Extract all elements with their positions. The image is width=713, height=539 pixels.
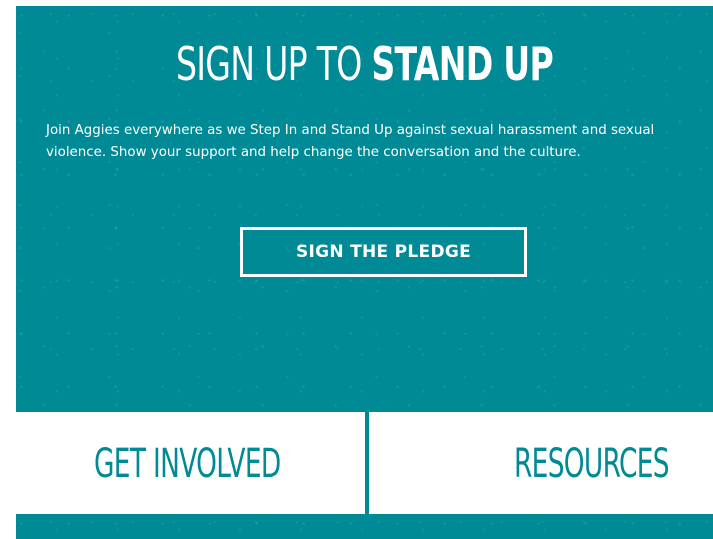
hero-title-bold: STAND UP [371, 37, 554, 91]
page: SIGN UP TO STAND UP Join Aggies everywhe… [0, 0, 713, 539]
footer-speckle-texture [16, 514, 713, 539]
hero-description: Join Aggies everywhere as we Step In and… [46, 123, 655, 160]
sign-the-pledge-button[interactable]: SIGN THE PLEDGE [240, 227, 527, 277]
hero-title-light: SIGN UP TO [175, 37, 372, 91]
resources-link[interactable]: RESOURCES [514, 436, 670, 492]
footer-band [16, 514, 713, 539]
pledge-hero-section: SIGN UP TO STAND UP Join Aggies everywhe… [16, 6, 713, 412]
hero-title: SIGN UP TO STAND UP [114, 36, 616, 92]
link-divider [365, 412, 369, 514]
get-involved-link[interactable]: GET INVOLVED [94, 436, 281, 492]
